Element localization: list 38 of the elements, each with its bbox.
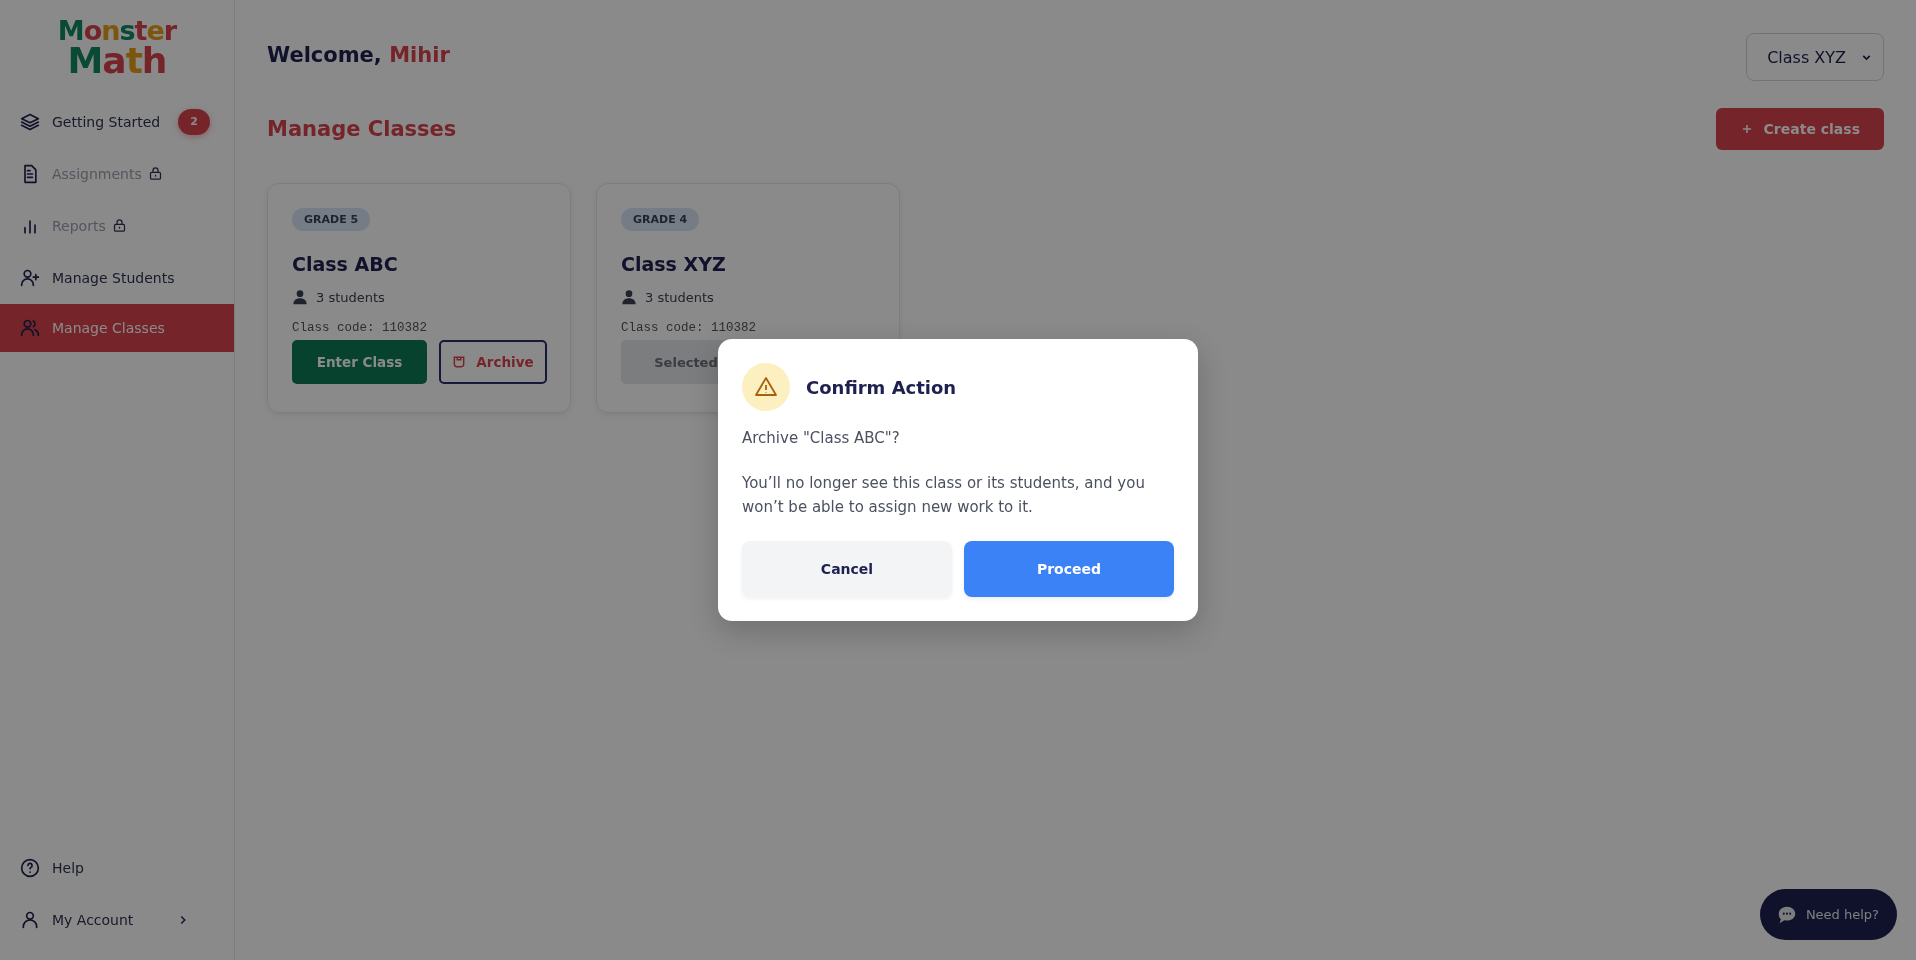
dialog-title: Confirm Action	[806, 376, 957, 398]
archive-button[interactable]: Archive	[439, 340, 547, 384]
proceed-button[interactable]: Proceed	[964, 541, 1174, 597]
user-icon	[20, 910, 40, 930]
class-code: Class code: 110382	[621, 321, 757, 335]
archive-icon	[452, 355, 467, 369]
class-name: Class XYZ	[621, 253, 726, 275]
help-icon	[20, 858, 40, 878]
layers-icon	[20, 111, 40, 132]
nav-item[interactable]: Manage Classes	[0, 303, 234, 352]
student-count: 3 students	[316, 289, 385, 305]
nav-item[interactable]: My Account	[0, 894, 234, 946]
class-code: Class code: 110382	[292, 321, 428, 335]
class-select[interactable]: Class XYZ	[1746, 33, 1884, 81]
users-icon	[20, 317, 40, 338]
welcome-heading: Welcome, Mihir	[267, 42, 450, 67]
add-user-icon	[20, 267, 40, 288]
nav-item[interactable]: Getting Started 2	[0, 95, 234, 148]
class-name: Class ABC	[292, 253, 398, 275]
grade-tag: GRADE 4	[621, 208, 700, 231]
grade-tag: GRADE 5	[292, 208, 371, 231]
create-class-button[interactable]: Create class	[1715, 108, 1884, 150]
enter-class-button[interactable]: Enter Class	[292, 340, 427, 384]
section-title: Manage Classes	[267, 117, 457, 141]
warning-icon	[742, 363, 790, 411]
person-icon	[621, 289, 637, 305]
person-icon	[292, 289, 308, 305]
student-count: 3 students	[645, 289, 714, 305]
lock-icon	[147, 166, 163, 182]
notification-badge: 2	[178, 108, 210, 135]
nav-item[interactable]: Help	[0, 842, 234, 894]
cancel-button[interactable]: Cancel	[742, 541, 952, 597]
dialog-question: Archive "Class ABC"?	[742, 429, 901, 447]
need-help-button[interactable]: Need help?	[1759, 889, 1897, 940]
dialog-message: You’ll no longer see this class or its students, and you won’t be able to assign new work to it.	[742, 473, 1146, 518]
logo: Monster Math	[57, 18, 177, 78]
lock-icon	[111, 218, 127, 234]
nav-item[interactable]: Manage Students	[0, 251, 234, 304]
